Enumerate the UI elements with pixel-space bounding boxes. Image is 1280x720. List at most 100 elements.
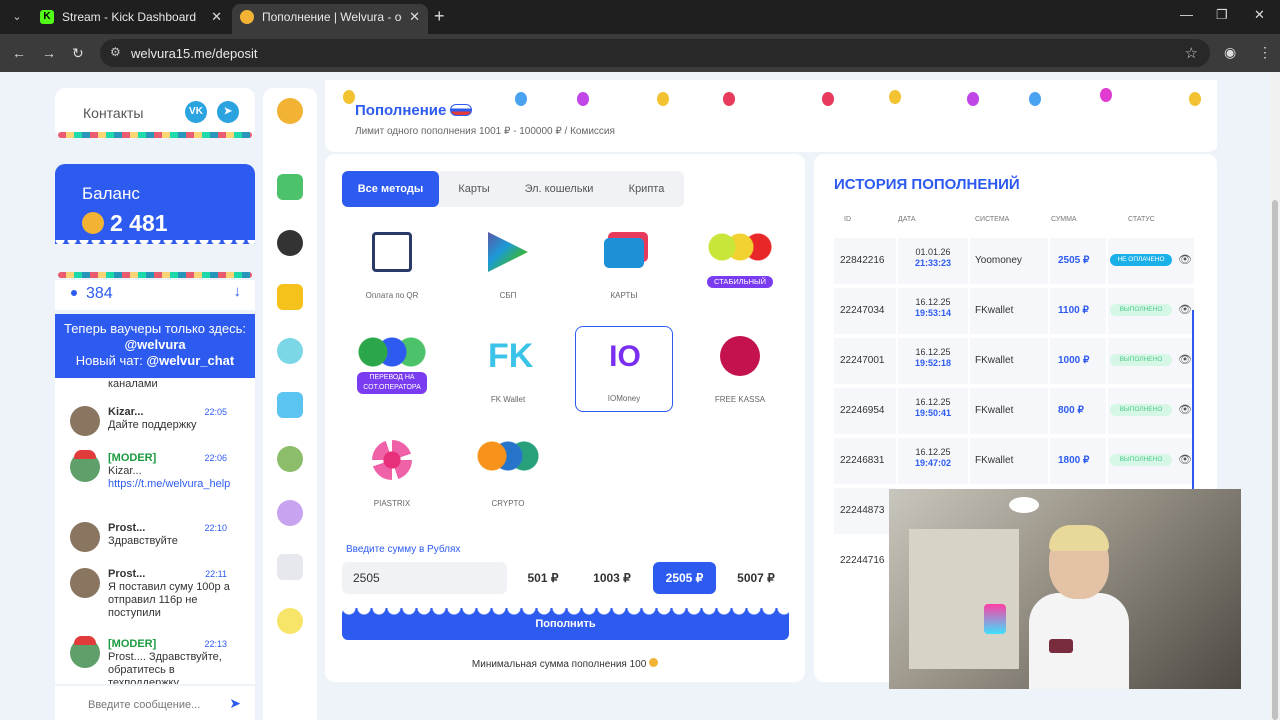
vk-icon[interactable]: VK — [185, 101, 207, 123]
tab-cards[interactable]: Карты — [439, 171, 509, 207]
tab-search-icon[interactable]: ⌄ — [8, 8, 26, 26]
row-date: 16.12.25 19:50:41 — [898, 397, 968, 419]
preset-2505[interactable]: 2505 ₽ — [653, 562, 716, 594]
close-tab-icon[interactable]: ✕ — [409, 4, 420, 30]
col-sum: СУММА — [1051, 216, 1077, 223]
forward-icon[interactable]: → — [42, 44, 56, 62]
close-window-icon[interactable]: ✕ — [1254, 7, 1265, 23]
voucher-chat-handle[interactable]: @welvur_chat — [146, 353, 234, 368]
chat-link[interactable]: https://t.me/welvura_help — [108, 478, 230, 490]
wallet-cards-icon — [604, 238, 644, 268]
bubble-icon[interactable] — [277, 338, 303, 364]
bomb-icon[interactable] — [277, 230, 303, 256]
address-bar[interactable]: ⚙ welvura15.me/deposit ☆ — [100, 39, 1210, 67]
method-iomoney[interactable]: IO IOMoney — [575, 326, 673, 412]
profile-icon[interactable]: ◉ — [1224, 44, 1236, 61]
method-piastrix[interactable]: PIASTRIX — [343, 430, 441, 516]
table-row[interactable]: 22246831 16.12.25 19:47:02 FKwallet 1800 … — [834, 438, 1194, 484]
maximize-icon[interactable]: ❐ — [1216, 7, 1228, 23]
wheel-icon[interactable] — [277, 446, 303, 472]
method-crypto[interactable]: CRYPTO — [459, 430, 557, 516]
method-mobile-operator[interactable]: ПЕРЕВОД НА СОТ.ОПЕРАТОРА — [343, 326, 441, 412]
chart-icon[interactable] — [277, 392, 303, 418]
streamer-hair — [1049, 525, 1109, 551]
eye-icon[interactable]: 👁 — [1178, 403, 1192, 416]
snow-decoration — [55, 240, 255, 248]
slots-icon[interactable] — [277, 554, 303, 580]
avatar[interactable] — [70, 450, 100, 482]
min-deposit-text: Минимальная сумма пополнения 100 — [471, 659, 647, 670]
crossed-swords-icon[interactable] — [277, 500, 303, 526]
preset-1003[interactable]: 1003 ₽ — [579, 562, 645, 594]
chat-username[interactable]: [MODER] — [108, 638, 156, 650]
method-label: CRYPTO — [491, 499, 525, 508]
rgb-lamp — [984, 604, 1006, 634]
eye-icon[interactable]: 👁 — [1178, 453, 1192, 466]
ornament-icon — [657, 92, 669, 106]
row-date-time: 21:33:23 — [914, 258, 952, 268]
chat-username[interactable]: [MODER] — [108, 452, 156, 464]
voucher-handle[interactable]: @welvura — [124, 337, 185, 352]
tab-crypto[interactable]: Крипта — [609, 171, 684, 207]
reload-icon[interactable]: ↻ — [72, 44, 84, 62]
table-row[interactable]: 22842216 01.01.26 21:33:23 Yoomoney 2505 … — [834, 238, 1194, 284]
balance-amount: 2 481 — [110, 210, 168, 236]
chat-input[interactable]: Введите сообщение... ➤ — [55, 686, 255, 720]
menu-dots-icon[interactable]: ⋮ — [1258, 44, 1272, 61]
amount-input[interactable] — [342, 562, 507, 594]
back-icon[interactable]: ← — [12, 44, 26, 62]
avatar[interactable] — [70, 522, 100, 552]
table-row[interactable]: 22247034 16.12.25 19:53:14 FKwallet 1100 … — [834, 288, 1194, 334]
send-icon[interactable]: ➤ — [229, 695, 241, 712]
row-id: 22246954 — [840, 405, 885, 416]
contacts-card: Контакты VK ➤ — [55, 88, 255, 138]
ru-flag-icon[interactable] — [450, 104, 473, 116]
method-sbp[interactable]: СБП — [459, 222, 557, 308]
table-row[interactable]: 22247001 16.12.25 19:52:18 FKwallet 1000 … — [834, 338, 1194, 384]
online-counter[interactable]: 384 ↓ — [55, 280, 255, 310]
browser-tab-welvura[interactable]: Пополнение | Welvura - офиц ✕ — [232, 4, 428, 34]
eye-icon[interactable]: 👁 — [1178, 303, 1192, 316]
avatar[interactable] — [70, 568, 100, 598]
avatar[interactable] — [70, 636, 100, 668]
eye-icon[interactable]: 👁 — [1178, 353, 1192, 366]
chat-truncated-text: каналами — [108, 378, 158, 390]
method-free-kassa[interactable]: FREE KASSA — [691, 326, 789, 412]
preset-501[interactable]: 501 ₽ — [515, 562, 571, 594]
row-sum: 2505 ₽ — [1058, 255, 1090, 266]
method-cards[interactable]: КАРТЫ — [575, 222, 673, 308]
cookie-logo-icon[interactable] — [277, 98, 303, 124]
tab-e-wallets[interactable]: Эл. кошельки — [509, 171, 609, 207]
chat-panel[interactable]: каналами Kizar... 22:05 Дайте поддержку … — [55, 378, 255, 684]
chat-username[interactable]: Prost... — [108, 568, 145, 580]
coin-icon[interactable] — [277, 608, 303, 634]
dice-icon[interactable] — [277, 174, 303, 200]
scrollbar-thumb[interactable] — [1272, 200, 1278, 720]
method-stable[interactable]: СТАБИЛЬНЫЙ — [691, 222, 789, 308]
table-row[interactable]: 22246954 16.12.25 19:50:41 FKwallet 800 ₽… — [834, 388, 1194, 434]
page-scrollbar[interactable] — [1270, 72, 1280, 720]
method-qr[interactable]: Оплата по QR — [343, 222, 441, 308]
arrow-down-icon[interactable]: ↓ — [234, 283, 242, 300]
crown-icon[interactable] — [277, 284, 303, 310]
close-tab-icon[interactable]: ✕ — [211, 4, 222, 30]
bookmark-star-icon[interactable]: ☆ — [1185, 44, 1198, 62]
tab-all-methods[interactable]: Все методы — [342, 171, 439, 207]
minimize-icon[interactable]: — — [1180, 7, 1193, 22]
chat-username[interactable]: Prost... — [108, 522, 145, 534]
deposit-submit-button[interactable]: Пополнить — [342, 608, 789, 640]
balance-card: Баланс 2 481 — [55, 164, 255, 244]
status-badge: НЕ ОПЛАЧЕНО — [1110, 254, 1172, 266]
method-fk-wallet[interactable]: FK FK Wallet — [459, 326, 557, 412]
new-tab-icon[interactable]: + — [434, 6, 445, 26]
telegram-icon[interactable]: ➤ — [217, 101, 239, 123]
eye-icon[interactable]: 👁 — [1178, 253, 1192, 266]
avatar[interactable] — [70, 406, 100, 436]
status-badge: ВЫПОЛНЕНО — [1110, 354, 1172, 366]
site-info-icon[interactable]: ⚙ — [110, 45, 121, 59]
browser-tab-kick[interactable]: K Stream - Kick Dashboard ✕ — [32, 4, 230, 34]
contacts-label: Контакты — [83, 105, 144, 121]
chat-username[interactable]: Kizar... — [108, 406, 143, 418]
preset-5007[interactable]: 5007 ₽ — [724, 562, 788, 594]
game-nav-rail — [263, 88, 317, 720]
